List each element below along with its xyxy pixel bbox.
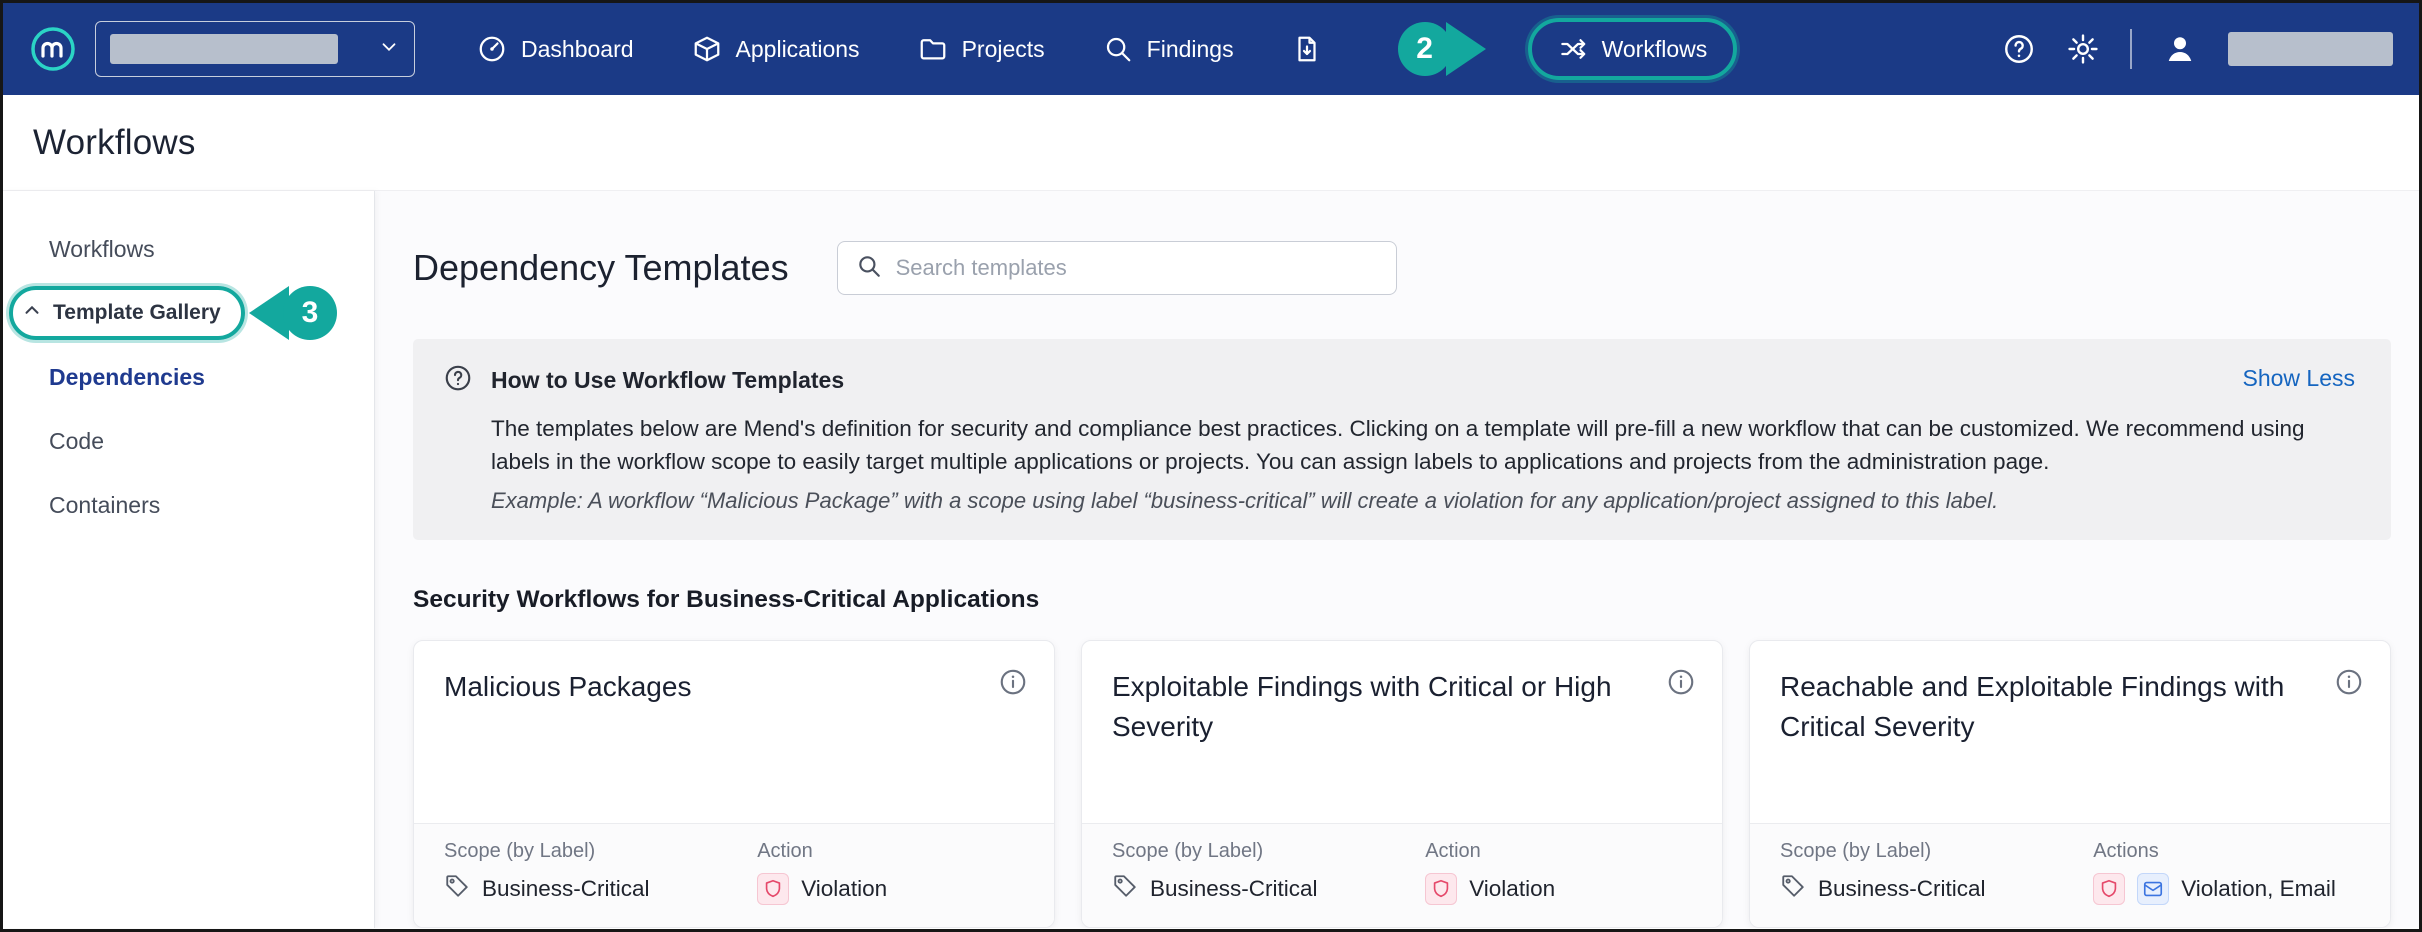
navbar-divider: [2130, 29, 2132, 69]
sidebar-item-containers[interactable]: Containers: [3, 473, 374, 537]
scope-label: Scope (by Label): [1780, 840, 2093, 863]
top-navbar: Dashboard Applications: [3, 3, 2419, 95]
info-box-body: The templates below are Mend's definitio…: [491, 412, 2361, 478]
sidebar-item-label: Dependencies: [49, 364, 205, 391]
sidebar: Workflows Template Gallery 3 Dependencie…: [3, 191, 375, 928]
tag-icon: [444, 873, 470, 905]
annotation-step-2: 2: [1398, 22, 1486, 76]
nav-item-projects[interactable]: Projects: [918, 34, 1045, 64]
action-label: Action: [757, 840, 1024, 863]
search-input[interactable]: [896, 255, 1378, 281]
primary-nav: Dashboard Applications: [477, 18, 1737, 80]
action-value: Violation: [801, 876, 887, 902]
action-value: Violation: [1469, 876, 1555, 902]
findings-icon: [1103, 34, 1133, 64]
violation-shield-icon: [757, 873, 789, 905]
tag-icon: [1112, 873, 1138, 905]
annotation-step-3-number: 3: [283, 286, 337, 340]
sidebar-item-dependencies[interactable]: Dependencies: [3, 345, 374, 409]
actions-value: Violation, Email: [2181, 876, 2336, 902]
nav-item-workflows[interactable]: Workflows: [1528, 18, 1738, 80]
annotation-step-2-number: 2: [1398, 22, 1452, 76]
actions-label: Actions: [2093, 840, 2360, 863]
template-card-malicious-packages[interactable]: Malicious Packages Scope (by Label): [413, 640, 1055, 928]
dashboard-icon: [477, 34, 507, 64]
email-icon: [2137, 873, 2169, 905]
violation-shield-icon: [2093, 873, 2125, 905]
mend-logo-icon: [29, 25, 77, 73]
how-to-info-box: How to Use Workflow Templates Show Less …: [413, 339, 2391, 540]
sidebar-item-label: Workflows: [49, 236, 155, 263]
user-icon[interactable]: [2162, 31, 2198, 67]
scope-label: Scope (by Label): [1112, 840, 1425, 863]
nav-item-label: Workflows: [1602, 36, 1708, 63]
sidebar-item-label: Containers: [49, 492, 160, 519]
template-card-exploitable-findings[interactable]: Exploitable Findings with Critical or Hi…: [1081, 640, 1723, 928]
info-icon[interactable]: [998, 667, 1028, 823]
nav-item-label: Applications: [736, 36, 860, 63]
info-box-example: Example: A workflow “Malicious Package” …: [491, 488, 2361, 514]
navbar-left: Dashboard Applications: [29, 18, 1737, 80]
tag-icon: [1780, 873, 1806, 905]
org-name-redacted: [110, 34, 338, 64]
help-icon[interactable]: [2002, 32, 2036, 66]
content-heading: Dependency Templates: [413, 247, 789, 289]
help-circle-icon: [443, 363, 473, 398]
sidebar-item-template-gallery[interactable]: Template Gallery 3: [3, 281, 374, 345]
template-card-reachable-exploitable[interactable]: Reachable and Exploitable Findings with …: [1749, 640, 2391, 928]
card-title: Reachable and Exploitable Findings with …: [1780, 667, 2318, 823]
violation-shield-icon: [1425, 873, 1457, 905]
template-search: [837, 241, 1397, 295]
info-icon[interactable]: [2334, 667, 2364, 823]
navbar-right: [2002, 29, 2393, 69]
report-icon: [1292, 34, 1322, 64]
nav-item-dashboard[interactable]: Dashboard: [477, 34, 634, 64]
nav-item-reports[interactable]: [1292, 34, 1322, 64]
template-cards: Malicious Packages Scope (by Label): [413, 640, 2391, 928]
info-box-title: How to Use Workflow Templates: [491, 367, 844, 394]
show-less-link[interactable]: Show Less: [2242, 365, 2355, 392]
scope-label: Scope (by Label): [444, 840, 757, 863]
applications-icon: [692, 34, 722, 64]
scope-value: Business-Critical: [482, 876, 650, 902]
main-content: Dependency Templates: [375, 191, 2419, 928]
user-name-redacted: [2228, 32, 2393, 66]
nav-item-applications[interactable]: Applications: [692, 34, 860, 64]
workflows-icon: [1558, 34, 1588, 64]
org-selector-dropdown[interactable]: [95, 21, 415, 77]
annotation-step-3: 3: [249, 286, 337, 340]
search-icon: [856, 253, 882, 284]
page-title-bar: Workflows: [3, 95, 2419, 191]
sidebar-item-label: Code: [49, 428, 104, 455]
card-title: Malicious Packages: [444, 667, 691, 823]
gear-icon[interactable]: [2066, 32, 2100, 66]
page-title: Workflows: [33, 123, 196, 163]
sidebar-item-label: Template Gallery: [53, 301, 221, 325]
section-title: Security Workflows for Business-Critical…: [413, 586, 2391, 614]
action-label: Action: [1425, 840, 1692, 863]
nav-item-label: Dashboard: [521, 36, 634, 63]
scope-value: Business-Critical: [1818, 876, 1986, 902]
app-window: Dashboard Applications: [0, 0, 2422, 932]
sidebar-item-code[interactable]: Code: [3, 409, 374, 473]
scope-value: Business-Critical: [1150, 876, 1318, 902]
info-icon[interactable]: [1666, 667, 1696, 823]
card-title: Exploitable Findings with Critical or Hi…: [1112, 667, 1650, 823]
nav-item-label: Findings: [1147, 36, 1234, 63]
projects-icon: [918, 34, 948, 64]
chevron-down-icon: [378, 36, 400, 63]
annotation-arrow-right-icon: [1446, 22, 1486, 76]
nav-item-label: Projects: [962, 36, 1045, 63]
caret-up-icon: [21, 299, 43, 327]
nav-item-findings[interactable]: Findings: [1103, 34, 1234, 64]
sidebar-item-workflows[interactable]: Workflows: [3, 217, 374, 281]
